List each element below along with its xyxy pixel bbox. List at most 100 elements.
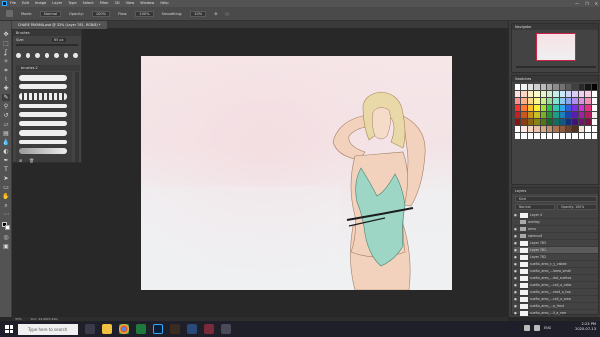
color-swatch[interactable] <box>566 105 572 111</box>
brush-folder[interactable]: brushes 2 <box>16 65 80 71</box>
color-swatch[interactable] <box>578 84 585 90</box>
color-swatch[interactable] <box>527 105 534 111</box>
color-swatch[interactable] <box>515 105 521 111</box>
color-swatch[interactable] <box>534 126 540 132</box>
color-swatch[interactable] <box>585 112 591 118</box>
color-swatch[interactable] <box>521 119 527 125</box>
brush-tool-preset-icon[interactable] <box>6 10 13 17</box>
color-swatch[interactable] <box>540 112 546 118</box>
color-swatch[interactable] <box>585 105 591 111</box>
volume-icon[interactable] <box>534 325 540 331</box>
color-swatch[interactable] <box>578 133 585 139</box>
blur-tool-icon[interactable]: 💧 <box>2 139 10 146</box>
color-swatch[interactable] <box>527 98 534 104</box>
color-swatch[interactable] <box>515 112 521 118</box>
artwork-canvas[interactable] <box>141 56 452 290</box>
color-swatch[interactable] <box>534 133 540 139</box>
symmetry-icon[interactable]: ⬡ <box>225 12 228 16</box>
brush-stroke-preview[interactable] <box>19 130 67 136</box>
color-swatch[interactable] <box>540 133 546 139</box>
color-swatch[interactable] <box>546 112 553 118</box>
color-swatch[interactable] <box>540 91 546 97</box>
gradient-tool-icon[interactable]: ▤ <box>2 130 10 137</box>
color-swatch[interactable] <box>591 105 597 111</box>
layer-blend-mode-select[interactable]: Normal <box>515 204 555 210</box>
menu-file[interactable]: File <box>10 0 16 7</box>
minimize-button[interactable]: — <box>575 1 579 6</box>
layer-row[interactable]: ● suelto_areo_...ll_a_nee <box>514 310 598 317</box>
color-swatch[interactable] <box>515 91 521 97</box>
color-swatch[interactable] <box>521 98 527 104</box>
color-swatch[interactable] <box>534 84 540 90</box>
mode-select[interactable]: Normal <box>40 10 62 17</box>
layer-row[interactable]: ● Layer 783 <box>514 240 598 247</box>
color-swatch[interactable] <box>572 133 578 139</box>
color-swatch[interactable] <box>578 105 585 111</box>
brush-preset-tip[interactable] <box>63 52 69 58</box>
app-icon[interactable] <box>221 324 231 334</box>
lasso-tool-icon[interactable]: ʆ <box>2 49 10 56</box>
color-swatch[interactable] <box>546 98 553 104</box>
color-swatch[interactable] <box>515 119 521 125</box>
brush-list-scrollbar[interactable] <box>75 72 79 162</box>
color-swatch[interactable] <box>540 119 546 125</box>
color-swatch[interactable] <box>578 91 585 97</box>
layer-row[interactable]: ● suelto_areo_...a_front <box>514 303 598 310</box>
color-swatch[interactable] <box>521 126 527 132</box>
layer-row[interactable]: ● suelto_areo_c_y_cabbe <box>514 261 598 268</box>
brush-stroke-preview[interactable] <box>19 104 67 108</box>
color-swatch[interactable] <box>527 84 534 90</box>
color-swatch[interactable] <box>566 133 572 139</box>
color-swatch[interactable] <box>540 98 546 104</box>
menu-help[interactable]: Help <box>160 0 168 7</box>
color-swatch[interactable] <box>515 84 521 90</box>
delete-brush-icon[interactable]: 🗑 <box>29 158 34 163</box>
color-swatch[interactable] <box>572 91 578 97</box>
color-swatch[interactable] <box>553 84 559 90</box>
brush-stroke-preview[interactable] <box>19 84 67 89</box>
color-swatch[interactable] <box>553 98 559 104</box>
color-swatch[interactable] <box>546 119 553 125</box>
menu-filter[interactable]: Filter <box>100 0 109 7</box>
color-swatch[interactable] <box>591 112 597 118</box>
layer-row[interactable]: ● Layer 4 <box>514 212 598 219</box>
color-swatch[interactable] <box>591 98 597 104</box>
rectangle-tool-icon[interactable]: ▭ <box>2 184 10 191</box>
color-swatch[interactable] <box>585 84 591 90</box>
color-swatch[interactable] <box>527 112 534 118</box>
flow-field[interactable]: 100% <box>135 10 154 17</box>
clone-stamp-tool-icon[interactable]: ⚲ <box>2 103 10 110</box>
color-swatch[interactable] <box>559 112 566 118</box>
color-swatch[interactable] <box>534 112 540 118</box>
history-brush-tool-icon[interactable]: ↺ <box>2 112 10 119</box>
color-swatch[interactable] <box>515 126 521 132</box>
color-swatch[interactable] <box>591 84 597 90</box>
color-swatch[interactable] <box>591 119 597 125</box>
eyedropper-tool-icon[interactable]: ⌇ <box>2 76 10 83</box>
color-swatch[interactable] <box>546 84 553 90</box>
color-swatch[interactable] <box>566 126 572 132</box>
layer-row[interactable]: ● Layer 781 <box>514 247 598 254</box>
color-swatch[interactable] <box>591 133 597 139</box>
layer-row[interactable]: ● arms <box>514 226 598 233</box>
crop-tool-icon[interactable]: ⌗ <box>2 67 10 74</box>
color-swatch[interactable] <box>553 119 559 125</box>
brush-stroke-preview[interactable] <box>19 75 67 81</box>
color-swatch[interactable] <box>540 126 546 132</box>
color-swatch[interactable] <box>515 98 521 104</box>
color-swatch[interactable] <box>585 133 591 139</box>
color-swatch[interactable] <box>566 84 572 90</box>
layer-row[interactable]: ● Layer 782 <box>514 254 598 261</box>
color-swatch[interactable] <box>546 133 553 139</box>
photoshop-taskbar-icon[interactable] <box>153 324 163 334</box>
path-selection-tool-icon[interactable]: ➤ <box>2 175 10 182</box>
menu-window[interactable]: Window <box>140 0 154 7</box>
color-swatch[interactable] <box>566 98 572 104</box>
color-swatch[interactable] <box>585 91 591 97</box>
color-swatch[interactable] <box>521 105 527 111</box>
app-icon[interactable] <box>170 324 180 334</box>
menu-type[interactable]: Type <box>68 0 76 7</box>
color-swatch[interactable] <box>572 84 578 90</box>
menu-layer[interactable]: Layer <box>52 0 62 7</box>
color-swatch[interactable] <box>572 126 578 132</box>
